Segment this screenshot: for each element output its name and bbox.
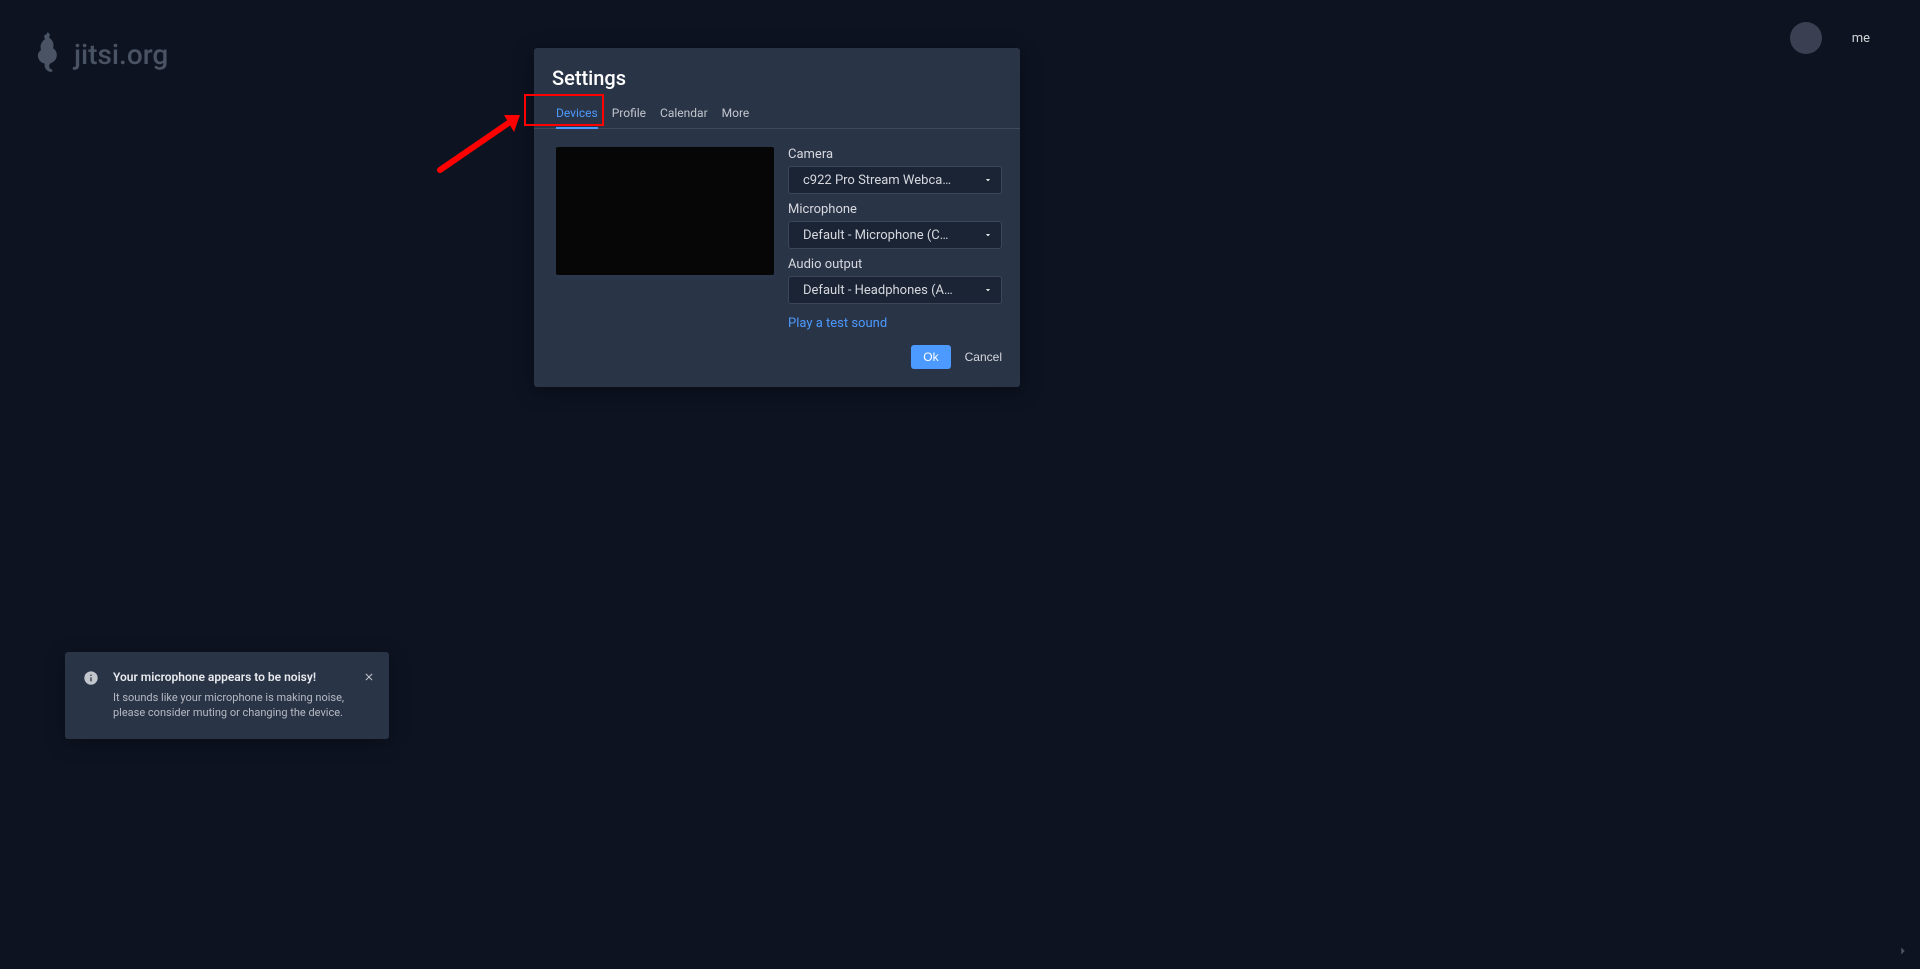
dialog-body: Camera c922 Pro Stream Webcam … Micropho… — [534, 129, 1020, 331]
chevron-down-icon — [983, 230, 993, 240]
close-icon — [363, 671, 375, 683]
settings-tabs: Devices Profile Calendar More — [534, 100, 1020, 129]
logo-text: jitsi.org — [74, 38, 168, 71]
chevron-down-icon — [983, 285, 993, 295]
ok-button[interactable]: Ok — [911, 345, 950, 369]
audio-output-dropdown-value: Default - Headphones (Arct… — [803, 283, 953, 298]
cancel-button[interactable]: Cancel — [965, 350, 1002, 364]
dialog-title: Settings — [534, 48, 1020, 100]
toast-title: Your microphone appears to be noisy! — [113, 670, 351, 684]
noisy-mic-toast: Your microphone appears to be noisy! It … — [65, 652, 389, 739]
microphone-label: Microphone — [788, 202, 1002, 217]
audio-output-label: Audio output — [788, 257, 1002, 272]
toast-body: It sounds like your microphone is making… — [113, 690, 351, 721]
me-label: me — [1852, 31, 1870, 46]
chevron-right-icon — [1896, 944, 1910, 958]
microphone-dropdown-value: Default - Microphone (C92… — [803, 228, 953, 243]
tab-more[interactable]: More — [722, 100, 750, 128]
user-area: me — [1790, 22, 1900, 54]
avatar[interactable] — [1790, 22, 1822, 54]
camera-label: Camera — [788, 147, 1002, 162]
play-test-sound-link[interactable]: Play a test sound — [788, 316, 1002, 331]
tab-profile[interactable]: Profile — [612, 100, 646, 128]
settings-dialog: Settings Devices Profile Calendar More C… — [534, 48, 1020, 387]
dialog-footer: Ok Cancel — [534, 331, 1020, 369]
audio-output-dropdown[interactable]: Default - Headphones (Arct… — [788, 276, 1002, 304]
device-controls: Camera c922 Pro Stream Webcam … Micropho… — [788, 147, 1002, 331]
annotation-arrow-icon — [430, 110, 530, 180]
chevron-down-icon — [983, 175, 993, 185]
toast-close-button[interactable] — [363, 668, 375, 687]
microphone-dropdown[interactable]: Default - Microphone (C92… — [788, 221, 1002, 249]
jitsi-logo-icon — [30, 30, 64, 78]
tab-devices[interactable]: Devices — [556, 100, 598, 128]
camera-dropdown[interactable]: c922 Pro Stream Webcam … — [788, 166, 1002, 194]
expand-chevron[interactable] — [1896, 943, 1910, 957]
camera-dropdown-value: c922 Pro Stream Webcam … — [803, 173, 953, 188]
logo: jitsi.org — [30, 30, 168, 78]
camera-preview — [556, 147, 774, 275]
tab-calendar[interactable]: Calendar — [660, 100, 708, 128]
info-icon — [83, 670, 99, 686]
